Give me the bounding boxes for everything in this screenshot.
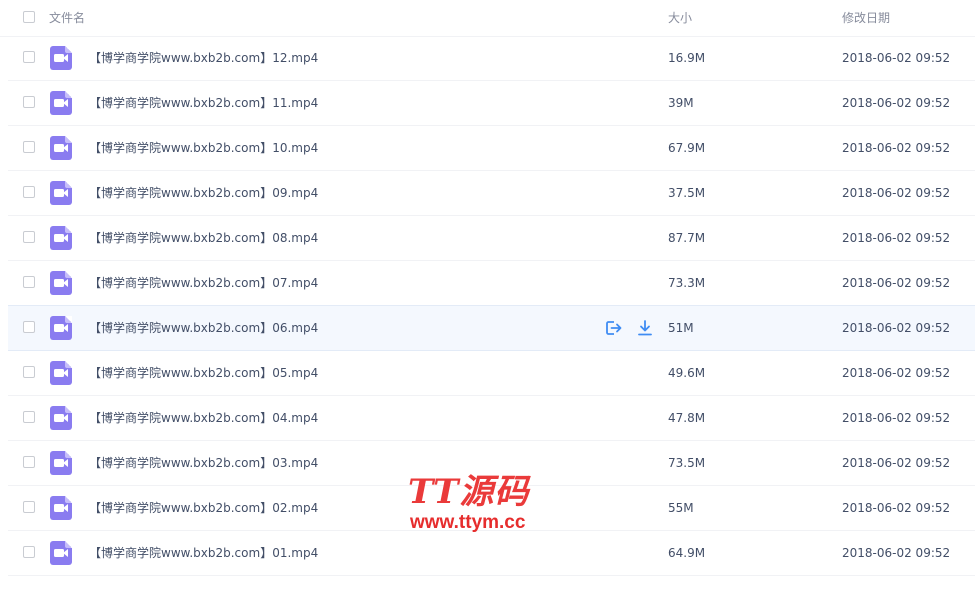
file-name[interactable]: 【博学商学院www.bxb2b.com】03.mp4 [89, 455, 318, 471]
file-name[interactable]: 【博学商学院www.bxb2b.com】10.mp4 [89, 140, 318, 156]
file-size: 51M [668, 321, 694, 335]
video-file-icon [50, 451, 72, 475]
file-name[interactable]: 【博学商学院www.bxb2b.com】06.mp4 [89, 320, 318, 336]
column-header-date[interactable]: 修改日期 [842, 10, 890, 26]
file-size: 64.9M [668, 546, 706, 560]
watermark-logo: TT源码 [408, 472, 530, 512]
row-checkbox[interactable] [23, 141, 35, 153]
video-file-icon [50, 496, 72, 520]
file-name[interactable]: 【博学商学院www.bxb2b.com】04.mp4 [89, 410, 318, 426]
row-checkbox[interactable] [23, 411, 35, 423]
file-row[interactable]: 【博学商学院www.bxb2b.com】08.mp4 87.7M 2018-06-0… [8, 216, 975, 261]
video-file-icon [50, 406, 72, 430]
file-row[interactable]: 【博学商学院www.bxb2b.com】01.mp4 64.9M 2018-06-0… [8, 531, 975, 576]
file-modified-date: 2018-06-02 09:52 [842, 546, 951, 560]
file-size: 16.9M [668, 51, 706, 65]
file-size: 49.6M [668, 366, 706, 380]
file-row[interactable]: 【博学商学院www.bxb2b.com】04.mp4 47.8M 2018-06-0… [8, 396, 975, 441]
file-size: 73.3M [668, 276, 706, 290]
row-checkbox[interactable] [23, 276, 35, 288]
row-checkbox[interactable] [23, 321, 35, 333]
file-name[interactable]: 【博学商学院www.bxb2b.com】02.mp4 [89, 500, 318, 516]
file-row[interactable]: 【博学商学院www.bxb2b.com】05.mp4 49.6M 2018-06-0… [8, 351, 975, 396]
column-header-size[interactable]: 大小 [668, 10, 692, 26]
share-icon[interactable] [603, 318, 623, 338]
row-checkbox[interactable] [23, 501, 35, 513]
video-file-icon [50, 226, 72, 250]
row-checkbox[interactable] [23, 366, 35, 378]
file-name[interactable]: 【博学商学院www.bxb2b.com】07.mp4 [89, 275, 318, 291]
file-modified-date: 2018-06-02 09:52 [842, 411, 951, 425]
file-row[interactable]: 【博学商学院www.bxb2b.com】06.mp4 51M 2018-06-02 … [8, 305, 975, 351]
file-modified-date: 2018-06-02 09:52 [842, 276, 951, 290]
row-checkbox[interactable] [23, 546, 35, 558]
column-header-name[interactable]: 文件名 [49, 10, 85, 26]
file-modified-date: 2018-06-02 09:52 [842, 51, 951, 65]
file-name[interactable]: 【博学商学院www.bxb2b.com】11.mp4 [89, 95, 318, 111]
file-row[interactable]: 【博学商学院www.bxb2b.com】10.mp4 67.9M 2018-06-0… [8, 126, 975, 171]
video-file-icon [50, 136, 72, 160]
file-modified-date: 2018-06-02 09:52 [842, 321, 951, 335]
select-all-checkbox[interactable] [23, 11, 35, 23]
video-file-icon [50, 181, 72, 205]
file-row[interactable]: 【博学商学院www.bxb2b.com】12.mp4 16.9M 2018-06-0… [8, 36, 975, 81]
file-size: 67.9M [668, 141, 706, 155]
file-modified-date: 2018-06-02 09:52 [842, 366, 951, 380]
file-modified-date: 2018-06-02 09:52 [842, 231, 951, 245]
file-modified-date: 2018-06-02 09:52 [842, 96, 951, 110]
video-file-icon [50, 271, 72, 295]
video-file-icon [50, 46, 72, 70]
video-file-icon [50, 316, 72, 340]
row-checkbox[interactable] [23, 186, 35, 198]
file-modified-date: 2018-06-02 09:52 [842, 141, 951, 155]
file-size: 87.7M [668, 231, 706, 245]
file-name[interactable]: 【博学商学院www.bxb2b.com】05.mp4 [89, 365, 318, 381]
video-file-icon [50, 361, 72, 385]
file-modified-date: 2018-06-02 09:52 [842, 186, 951, 200]
file-modified-date: 2018-06-02 09:52 [842, 456, 951, 470]
file-list-header: 文件名 大小 修改日期 [0, 0, 975, 37]
download-icon[interactable] [635, 318, 655, 338]
file-row[interactable]: 【博学商学院www.bxb2b.com】09.mp4 37.5M 2018-06-0… [8, 171, 975, 216]
file-name[interactable]: 【博学商学院www.bxb2b.com】01.mp4 [89, 545, 318, 561]
file-name[interactable]: 【博学商学院www.bxb2b.com】09.mp4 [89, 185, 318, 201]
file-size: 37.5M [668, 186, 706, 200]
file-modified-date: 2018-06-02 09:52 [842, 501, 951, 515]
video-file-icon [50, 91, 72, 115]
video-file-icon [50, 541, 72, 565]
file-name[interactable]: 【博学商学院www.bxb2b.com】08.mp4 [89, 230, 318, 246]
file-size: 39M [668, 96, 694, 110]
file-size: 55M [668, 501, 694, 515]
row-checkbox[interactable] [23, 51, 35, 63]
file-row[interactable]: 【博学商学院www.bxb2b.com】11.mp4 39M 2018-06-02 … [8, 81, 975, 126]
row-checkbox[interactable] [23, 231, 35, 243]
file-name[interactable]: 【博学商学院www.bxb2b.com】12.mp4 [89, 50, 318, 66]
file-size: 47.8M [668, 411, 706, 425]
watermark-url: www.ttym.cc [410, 512, 526, 533]
file-row[interactable]: 【博学商学院www.bxb2b.com】07.mp4 73.3M 2018-06-0… [8, 261, 975, 306]
file-size: 73.5M [668, 456, 706, 470]
row-checkbox[interactable] [23, 96, 35, 108]
watermark: TT源码 www.ttym.cc [408, 474, 558, 536]
row-checkbox[interactable] [23, 456, 35, 468]
